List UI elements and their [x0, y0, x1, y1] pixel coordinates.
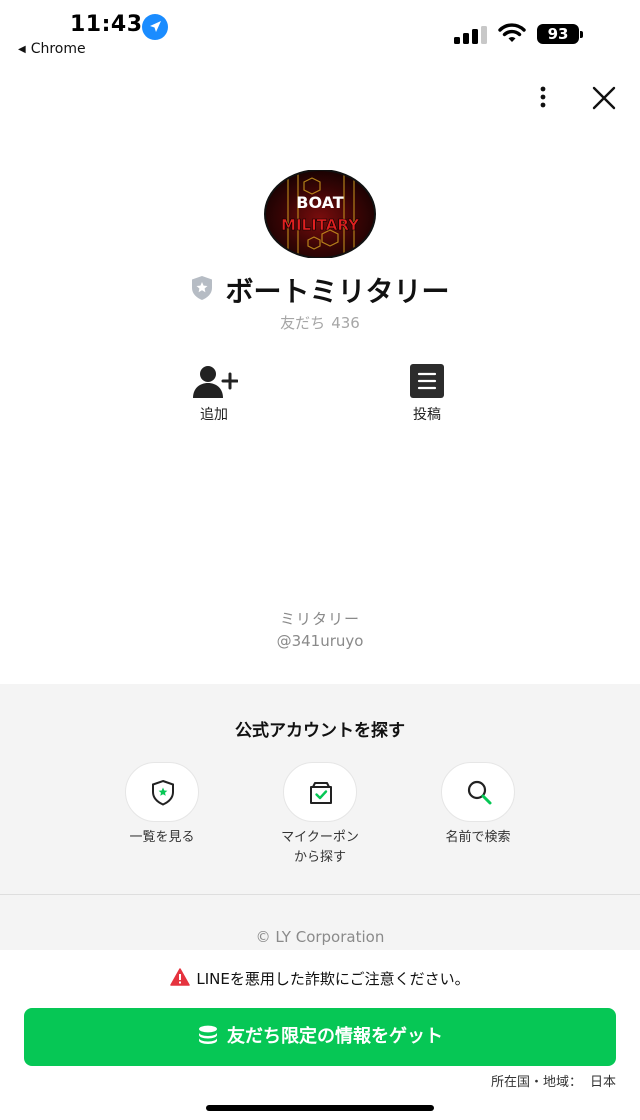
coupon-search-label: マイクーポン から探す: [250, 828, 390, 868]
explore-title: 公式アカウントを探す: [235, 721, 405, 741]
friends-number: 436: [331, 314, 360, 332]
browse-list-circle: [125, 762, 199, 822]
bottom-panel: LINEを悪用した詐欺にご注意ください。 友だち限定の情報をゲット 所在国・地域…: [0, 950, 640, 1120]
explore-official-accounts: 公式アカウントを探す 一覧を見る マイクーポン から探す 名前で検索 © LY …: [0, 684, 640, 950]
add-friend-label: 追加: [200, 407, 228, 423]
wifi-icon: [498, 23, 526, 42]
close-icon[interactable]: [588, 82, 620, 114]
friends-label: 友だち: [280, 314, 326, 332]
verified-shield-icon: [192, 276, 213, 300]
region-info: 所在国・地域： 日本: [491, 1071, 616, 1090]
battery-nub: [580, 31, 583, 38]
section-divider: [0, 894, 640, 895]
home-indicator[interactable]: [206, 1105, 434, 1111]
posts-button[interactable]: 投稿: [382, 364, 472, 424]
more-vertical-icon[interactable]: [528, 82, 558, 112]
back-triangle-icon: ◀: [18, 44, 26, 55]
region-label: 所在国・地域：: [490, 1075, 582, 1090]
avatar-text-top: BOAT: [296, 193, 344, 212]
coupon-search-button[interactable]: マイクーポン から探す: [250, 762, 390, 868]
coupon-search-circle: [283, 762, 357, 822]
add-friend-icon: [193, 366, 238, 398]
search-icon: [467, 780, 492, 805]
account-id: @341uruyo: [276, 632, 364, 650]
browse-list-button[interactable]: 一覧を見る: [92, 762, 232, 848]
coupon-box-icon: [310, 782, 332, 804]
profile-name: ボートミリタリー: [225, 275, 450, 308]
status-bar: 11:43 ◀ Chrome 93: [0, 0, 640, 70]
profile-sub-name: ミリタリー: [279, 610, 360, 628]
name-search-label: 名前で検索: [445, 830, 511, 845]
avatar-text-bottom: MILITARY: [281, 216, 360, 234]
name-search-button[interactable]: 名前で検索: [408, 762, 548, 848]
copyright: © LY Corporation: [255, 928, 385, 946]
shield-star-icon: [152, 779, 174, 806]
location-arrow-icon: [142, 14, 168, 40]
profile-name-row: ボートミリタリー: [0, 270, 640, 310]
get-info-label: 友だち限定の情報をゲット: [227, 1026, 443, 1047]
cellular-signal-icon: [454, 26, 487, 44]
posts-label: 投稿: [413, 407, 441, 423]
back-to-app-link[interactable]: ◀ Chrome: [18, 41, 86, 57]
friends-count: 友だち 436: [0, 312, 640, 333]
avatar[interactable]: BOAT MILITARY: [264, 170, 376, 258]
add-friend-button[interactable]: 追加: [169, 364, 259, 424]
posts-icon: [410, 364, 444, 398]
coins-icon: [199, 1025, 217, 1044]
status-time: 11:43: [70, 12, 143, 37]
fraud-warning-text: LINEを悪用した詐欺にご注意ください。: [196, 970, 470, 988]
warning-triangle-icon: [170, 967, 191, 986]
get-info-button[interactable]: 友だち限定の情報をゲット: [24, 1008, 616, 1066]
battery-indicator: 93: [537, 24, 583, 46]
back-app-label: Chrome: [30, 41, 86, 57]
browse-list-label: 一覧を見る: [129, 830, 195, 845]
name-search-circle: [441, 762, 515, 822]
coupon-search-label-line1: マイクーポン: [281, 830, 359, 845]
fraud-warning: LINEを悪用した詐欺にご注意ください。: [0, 967, 640, 989]
region-value: 日本: [589, 1075, 616, 1090]
coupon-search-label-line2: から探す: [293, 850, 346, 865]
battery-level: 93: [537, 24, 579, 44]
